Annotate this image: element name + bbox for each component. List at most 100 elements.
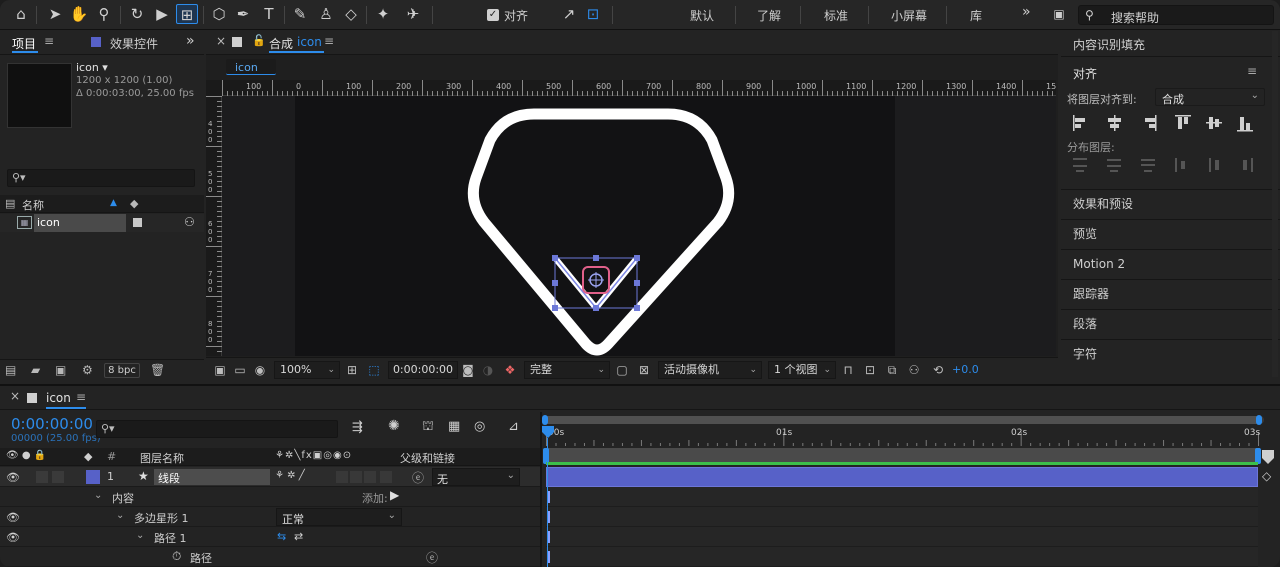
comp-tab-prefix[interactable]: 合成 (269, 35, 293, 52)
transform-handle[interactable] (634, 305, 640, 311)
trash-icon[interactable]: 🗑 (150, 363, 165, 377)
grid-icon[interactable]: ⊞ (344, 363, 360, 377)
eye-icon[interactable]: 👁 (6, 531, 20, 544)
transparency-grid-icon[interactable]: ⊠ (636, 363, 652, 377)
snapshot-icon[interactable]: ◙ (460, 363, 476, 377)
project-search-input[interactable]: ⚲▾ (7, 169, 195, 187)
zoom-dropdown[interactable]: 100% ⌄ (274, 361, 340, 379)
switch-box[interactable] (380, 471, 392, 483)
close-icon[interactable]: × (216, 34, 226, 48)
comp-flowchart-icon[interactable]: ⇶ (352, 420, 363, 435)
playhead-handle[interactable] (542, 426, 554, 438)
bpc-button[interactable]: 8 bpc (104, 363, 140, 378)
align-bottom-button[interactable] (1237, 117, 1253, 132)
pick-whip-icon[interactable]: ⓔ (412, 469, 424, 486)
comp-breadcrumb[interactable]: icon (226, 59, 276, 75)
panel-effects-presets[interactable]: 效果和预设 (1061, 189, 1280, 218)
layer-label-color[interactable] (86, 470, 100, 484)
distribute-hcenter-button[interactable] (1209, 158, 1219, 172)
draft-3d-icon[interactable]: ✺ (388, 418, 400, 434)
always-preview-icon[interactable]: ▣ (212, 363, 228, 377)
horizontal-ruler[interactable]: 100 0 100 200 300 400 500 600 700 800 900 1000 1100 1… (222, 80, 1056, 96)
timeline-keyframe-marker[interactable] (548, 531, 550, 543)
label-color-swatch[interactable] (133, 218, 142, 227)
align-left-button[interactable] (1073, 115, 1085, 131)
panel-menu-icon[interactable]: ≡ (76, 390, 86, 404)
align-horizontal-center-button[interactable] (1108, 115, 1121, 131)
eraser-tool-icon[interactable]: ◇ (340, 4, 362, 24)
panel-paragraph[interactable]: 段落 (1061, 309, 1280, 338)
frame-blending-icon[interactable]: ▦ (448, 419, 460, 434)
lock-icon[interactable]: 🔓 (252, 34, 266, 47)
timeline-keyframe-marker[interactable] (548, 491, 550, 503)
column-parent[interactable]: 父级和链接 (400, 450, 455, 466)
transform-handle[interactable] (552, 305, 558, 311)
ruler-origin[interactable] (206, 80, 222, 96)
comp-end-marker[interactable] (1262, 450, 1274, 464)
panel-menu-icon[interactable]: ≡ (324, 34, 334, 48)
color-channels-icon[interactable]: ❖ (502, 363, 518, 377)
fast-previews-icon[interactable]: ⊡ (862, 363, 878, 377)
track-row[interactable] (546, 507, 1258, 527)
workspace-library[interactable]: 库 (970, 7, 982, 24)
pick-whip-icon[interactable]: ⓔ (426, 549, 438, 566)
switch-box[interactable] (350, 471, 362, 483)
lock-toggle[interactable] (52, 471, 64, 483)
workspace-overflow-button[interactable]: » (1022, 4, 1031, 20)
label-column-icon[interactable]: ◆ (84, 450, 92, 463)
panel-preview[interactable]: 预览 (1061, 219, 1280, 248)
time-ruler[interactable]: 00s 01s 02s 03s (546, 426, 1260, 446)
navigator-end-handle[interactable] (1256, 415, 1262, 425)
switch-box[interactable] (336, 471, 348, 483)
timeline-current-time[interactable]: 0:00:00:00 (11, 415, 93, 433)
comp-viewer[interactable] (222, 96, 1056, 356)
align-to-dropdown[interactable]: 合成 ⌄ (1155, 88, 1265, 106)
timeline-comp-tab[interactable]: icon (46, 391, 71, 405)
workspace-default[interactable]: 默认 (690, 7, 714, 24)
panel-motion2[interactable]: Motion 2 (1061, 249, 1280, 278)
camera-dropdown[interactable]: 活动摄像机 ⌄ (658, 361, 762, 379)
zoom-tool-icon[interactable]: ⚲ (93, 4, 115, 24)
monitor-icon[interactable]: ▭ (232, 363, 248, 377)
align-checkbox[interactable]: ✓ (487, 9, 499, 21)
transform-handle[interactable] (634, 255, 640, 261)
distribute-top-button[interactable] (1073, 158, 1087, 172)
timeline-icon[interactable]: ⧉ (884, 363, 900, 377)
time-navigator[interactable] (542, 415, 1264, 425)
keyframe-nav-icon[interactable]: ◇ (1262, 469, 1271, 483)
layer-row[interactable]: 👁 1 ★ 线段 ⚘ ✲ ╱ ⓔ 无 ⌄ (0, 467, 540, 487)
align-right-button[interactable] (1145, 115, 1157, 131)
workspace-standard[interactable]: 标准 (824, 7, 848, 24)
stopwatch-icon[interactable]: ⏱ (172, 549, 181, 564)
layer-name-field[interactable]: 线段 (154, 469, 270, 485)
vr-icon[interactable]: ◉ (252, 363, 268, 377)
pan-behind-tool-icon[interactable]: ⊞ (176, 4, 198, 24)
navigator-start-handle[interactable] (542, 415, 548, 425)
content-aware-fill-header[interactable]: 内容识别填充 (1061, 31, 1280, 57)
distribute-bottom-button[interactable] (1141, 159, 1155, 172)
transform-handle[interactable] (552, 255, 558, 261)
eye-icon[interactable]: 👁 (6, 511, 20, 524)
path-group-row[interactable]: 👁 ⌄ 路径 1 ⇆ ⇄ (0, 527, 540, 547)
project-row[interactable]: ▦ icon ⚇ (0, 214, 204, 232)
layer-duration-bar[interactable] (546, 467, 1258, 487)
layer-search-input[interactable]: ⚲▾ (96, 420, 338, 438)
close-icon[interactable]: × (10, 389, 20, 403)
shy-layers-icon[interactable]: ⛫ (422, 419, 434, 436)
transform-handle[interactable] (593, 255, 599, 261)
project-item-title[interactable]: icon ▾ (76, 61, 108, 74)
help-search-field[interactable]: ⚲ 搜索帮助 (1078, 5, 1274, 25)
column-number[interactable]: # (107, 450, 116, 463)
path-property-row[interactable]: ⏱ 路径 ⓔ (0, 547, 540, 567)
sort-ascending-icon[interactable]: ▲ (110, 198, 117, 208)
switches-icons[interactable]: ⚘✲╲fx▣◎◉⊙ (275, 450, 352, 461)
panels-icon[interactable]: ▣ (1048, 4, 1070, 24)
show-snapshot-icon[interactable]: ◑ (480, 363, 496, 377)
toggle-pixel-aspect-icon[interactable]: ⊓ (840, 363, 856, 377)
right-panel-scrollbar[interactable] (1272, 31, 1278, 377)
solo-toggle[interactable] (36, 471, 48, 483)
region-of-interest-icon[interactable]: ▢ (614, 363, 630, 377)
snap-target-icon[interactable]: ⊡ (582, 4, 604, 24)
eye-icon[interactable]: 👁 (6, 471, 20, 484)
path-reverse-icon[interactable]: ⇄ (294, 530, 303, 543)
